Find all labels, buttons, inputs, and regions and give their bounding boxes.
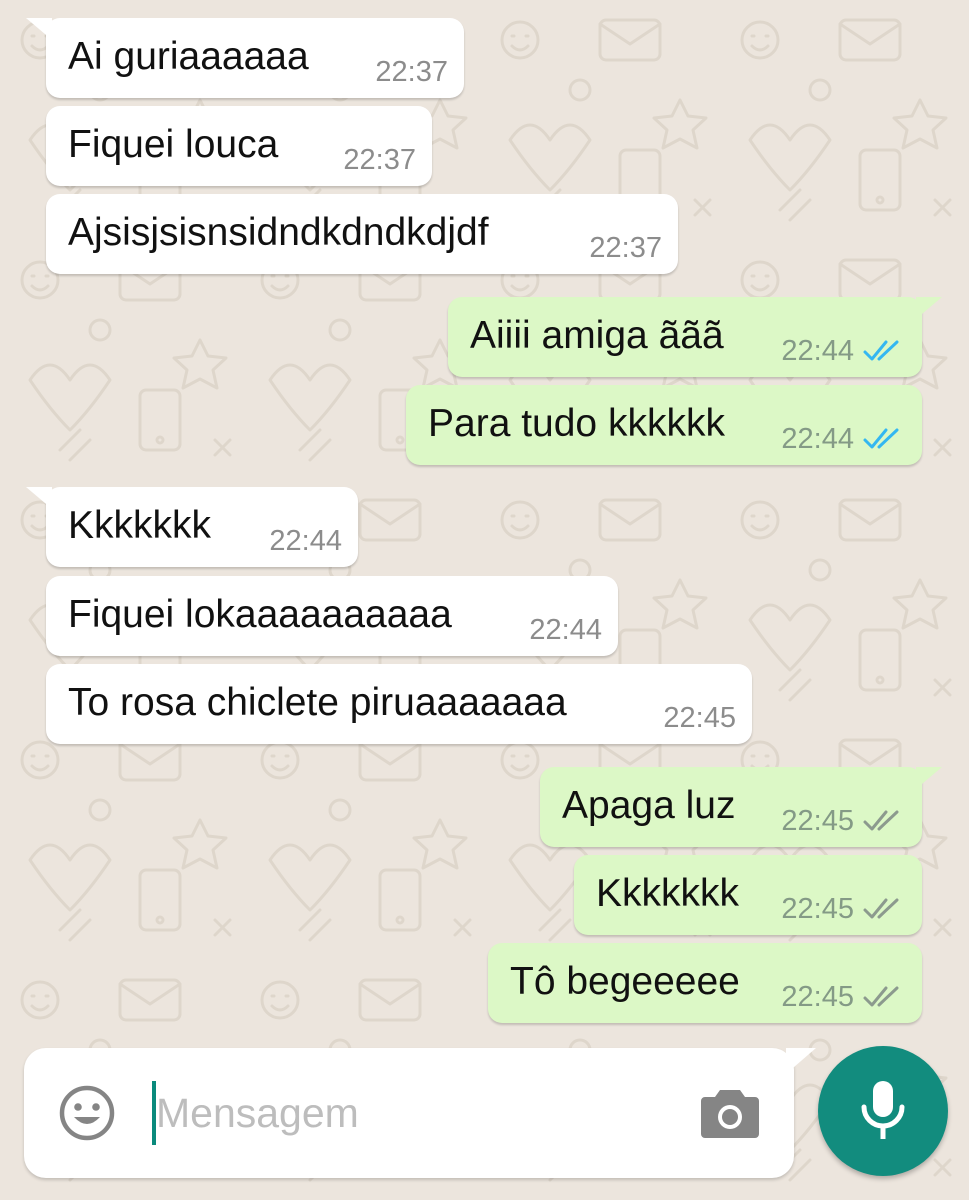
message-text: Kkkkkkk: [68, 504, 212, 547]
incoming-message[interactable]: Fiquei lokaaaaaaaaaa 22:44: [46, 576, 618, 656]
message-time: 22:37: [343, 144, 416, 176]
message-input[interactable]: [156, 1078, 676, 1148]
message-composer: [24, 1048, 816, 1178]
message-text: Fiquei lokaaaaaaaaaa: [68, 593, 452, 636]
smiley-icon[interactable]: [58, 1084, 116, 1142]
message-text: Aiiii amiga ããã: [470, 314, 724, 357]
outgoing-message[interactable]: Aiiii amiga ããã 22:44: [448, 297, 942, 377]
message-text: Apaga luz: [562, 784, 736, 827]
message-time: 22:44: [781, 335, 854, 367]
double-check-icon: [863, 898, 899, 919]
bubble-tail: [916, 767, 942, 789]
double-check-icon: [863, 340, 899, 361]
microphone-icon: [861, 1081, 905, 1139]
message-text: Kkkkkkk: [596, 872, 740, 915]
message-time: 22:45: [663, 702, 736, 734]
message-time: 22:45: [781, 981, 854, 1013]
double-check-icon: [863, 810, 899, 831]
bubble-tail: [916, 297, 942, 319]
outgoing-message[interactable]: Apaga luz 22:45: [540, 767, 942, 847]
outgoing-message[interactable]: Kkkkkkk 22:45: [574, 855, 922, 935]
camera-icon[interactable]: [700, 1086, 760, 1140]
message-list[interactable]: Ai guriaaaaaa 22:37 Fiquei louca 22:37 A…: [0, 0, 969, 1040]
bubble-tail: [26, 18, 52, 40]
message-text: Para tudo kkkkkk: [428, 402, 725, 445]
incoming-message[interactable]: Ai guriaaaaaa 22:37: [26, 18, 464, 98]
outgoing-message[interactable]: Tô begeeeee 22:45: [488, 943, 922, 1023]
outgoing-message[interactable]: Para tudo kkkkkk 22:44: [406, 385, 922, 465]
message-time: 22:45: [781, 893, 854, 925]
message-time: 22:44: [269, 525, 342, 557]
incoming-message[interactable]: Ajsisjsisnsidndkdndkdjdf 22:37: [46, 194, 678, 274]
message-text: To rosa chiclete piruaaaaaaa: [68, 681, 567, 724]
message-time: 22:37: [589, 232, 662, 264]
message-text: Fiquei louca: [68, 123, 279, 166]
bubble-tail: [26, 487, 52, 509]
message-time: 22:45: [781, 805, 854, 837]
message-text: Ajsisjsisnsidndkdndkdjdf: [68, 211, 489, 254]
incoming-message[interactable]: Fiquei louca 22:37: [46, 106, 432, 186]
double-check-icon: [863, 428, 899, 449]
message-text: Ai guriaaaaaa: [68, 35, 309, 78]
message-text: Tô begeeeee: [510, 960, 740, 1003]
microphone-button[interactable]: [818, 1046, 948, 1176]
incoming-message[interactable]: To rosa chiclete piruaaaaaaa 22:45: [46, 664, 752, 744]
double-check-icon: [863, 986, 899, 1007]
message-time: 22:44: [781, 423, 854, 455]
message-time: 22:37: [375, 56, 448, 88]
composer-tail: [786, 1048, 816, 1074]
incoming-message[interactable]: Kkkkkkk 22:44: [26, 487, 358, 567]
message-time: 22:44: [529, 614, 602, 646]
